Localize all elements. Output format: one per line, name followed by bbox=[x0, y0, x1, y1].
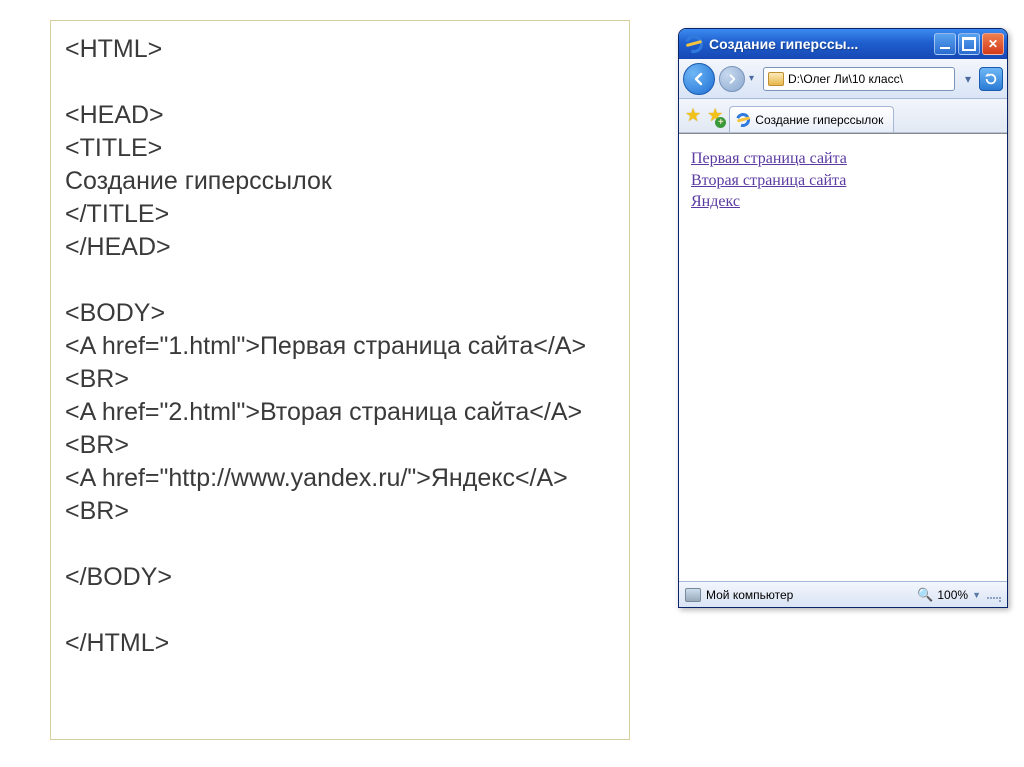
resize-grip[interactable] bbox=[987, 588, 1001, 602]
window-titlebar[interactable]: Создание гиперссы... bbox=[679, 29, 1007, 59]
link-second-page[interactable]: Вторая страница сайта bbox=[691, 172, 846, 189]
status-zone-text: Мой компьютер bbox=[706, 588, 793, 602]
ie-page-icon bbox=[736, 113, 750, 127]
html-source-code: <HTML> <HEAD> <TITLE> Создание гиперссыл… bbox=[65, 33, 615, 660]
zoom-dropdown-icon: ▼ bbox=[972, 590, 981, 600]
ie-logo-icon bbox=[685, 35, 703, 53]
maximize-button[interactable] bbox=[958, 33, 980, 55]
browser-tab[interactable]: Создание гиперссылок bbox=[729, 106, 894, 132]
refresh-icon bbox=[984, 72, 998, 86]
arrow-right-icon bbox=[726, 73, 738, 85]
window-title: Создание гиперссы... bbox=[709, 36, 934, 52]
zoom-value: 100% bbox=[937, 588, 968, 602]
go-refresh-button[interactable] bbox=[979, 67, 1003, 91]
ie-browser-window: Создание гиперссы... ▾ D:\Олег Ли\10 кла… bbox=[678, 28, 1008, 608]
address-text: D:\Олег Ли\10 класс\ bbox=[788, 72, 903, 86]
code-frame: <HTML> <HEAD> <TITLE> Создание гиперссыл… bbox=[50, 20, 630, 740]
computer-icon bbox=[685, 588, 701, 602]
zoom-control[interactable]: 🔍 100% ▼ bbox=[917, 587, 981, 603]
status-bar: Мой компьютер 🔍 100% ▼ bbox=[679, 581, 1007, 607]
close-button[interactable] bbox=[982, 33, 1004, 55]
address-bar[interactable]: D:\Олег Ли\10 класс\ bbox=[763, 67, 955, 91]
link-first-page[interactable]: Первая страница сайта bbox=[691, 150, 847, 167]
link-yandex[interactable]: Яндекс bbox=[691, 193, 740, 210]
navigation-toolbar: ▾ D:\Олег Ли\10 класс\ ▾ bbox=[679, 59, 1007, 99]
address-dropdown[interactable]: ▾ bbox=[961, 68, 975, 90]
favorites-star-icon[interactable]: ★ bbox=[685, 105, 701, 126]
minimize-button[interactable] bbox=[934, 33, 956, 55]
forward-button[interactable] bbox=[719, 66, 745, 92]
folder-icon bbox=[768, 72, 784, 86]
add-favorite-icon[interactable]: ★ bbox=[707, 105, 723, 126]
page-viewport: Первая страница сайта Вторая страница са… bbox=[679, 133, 1007, 581]
tab-label: Создание гиперссылок bbox=[755, 113, 883, 127]
history-dropdown[interactable]: ▾ bbox=[749, 73, 759, 84]
back-button[interactable] bbox=[683, 63, 715, 95]
magnifier-icon: 🔍 bbox=[917, 587, 933, 603]
favorites-toolbar: ★ ★ Создание гиперссылок bbox=[679, 99, 1007, 133]
arrow-left-icon bbox=[691, 71, 707, 87]
